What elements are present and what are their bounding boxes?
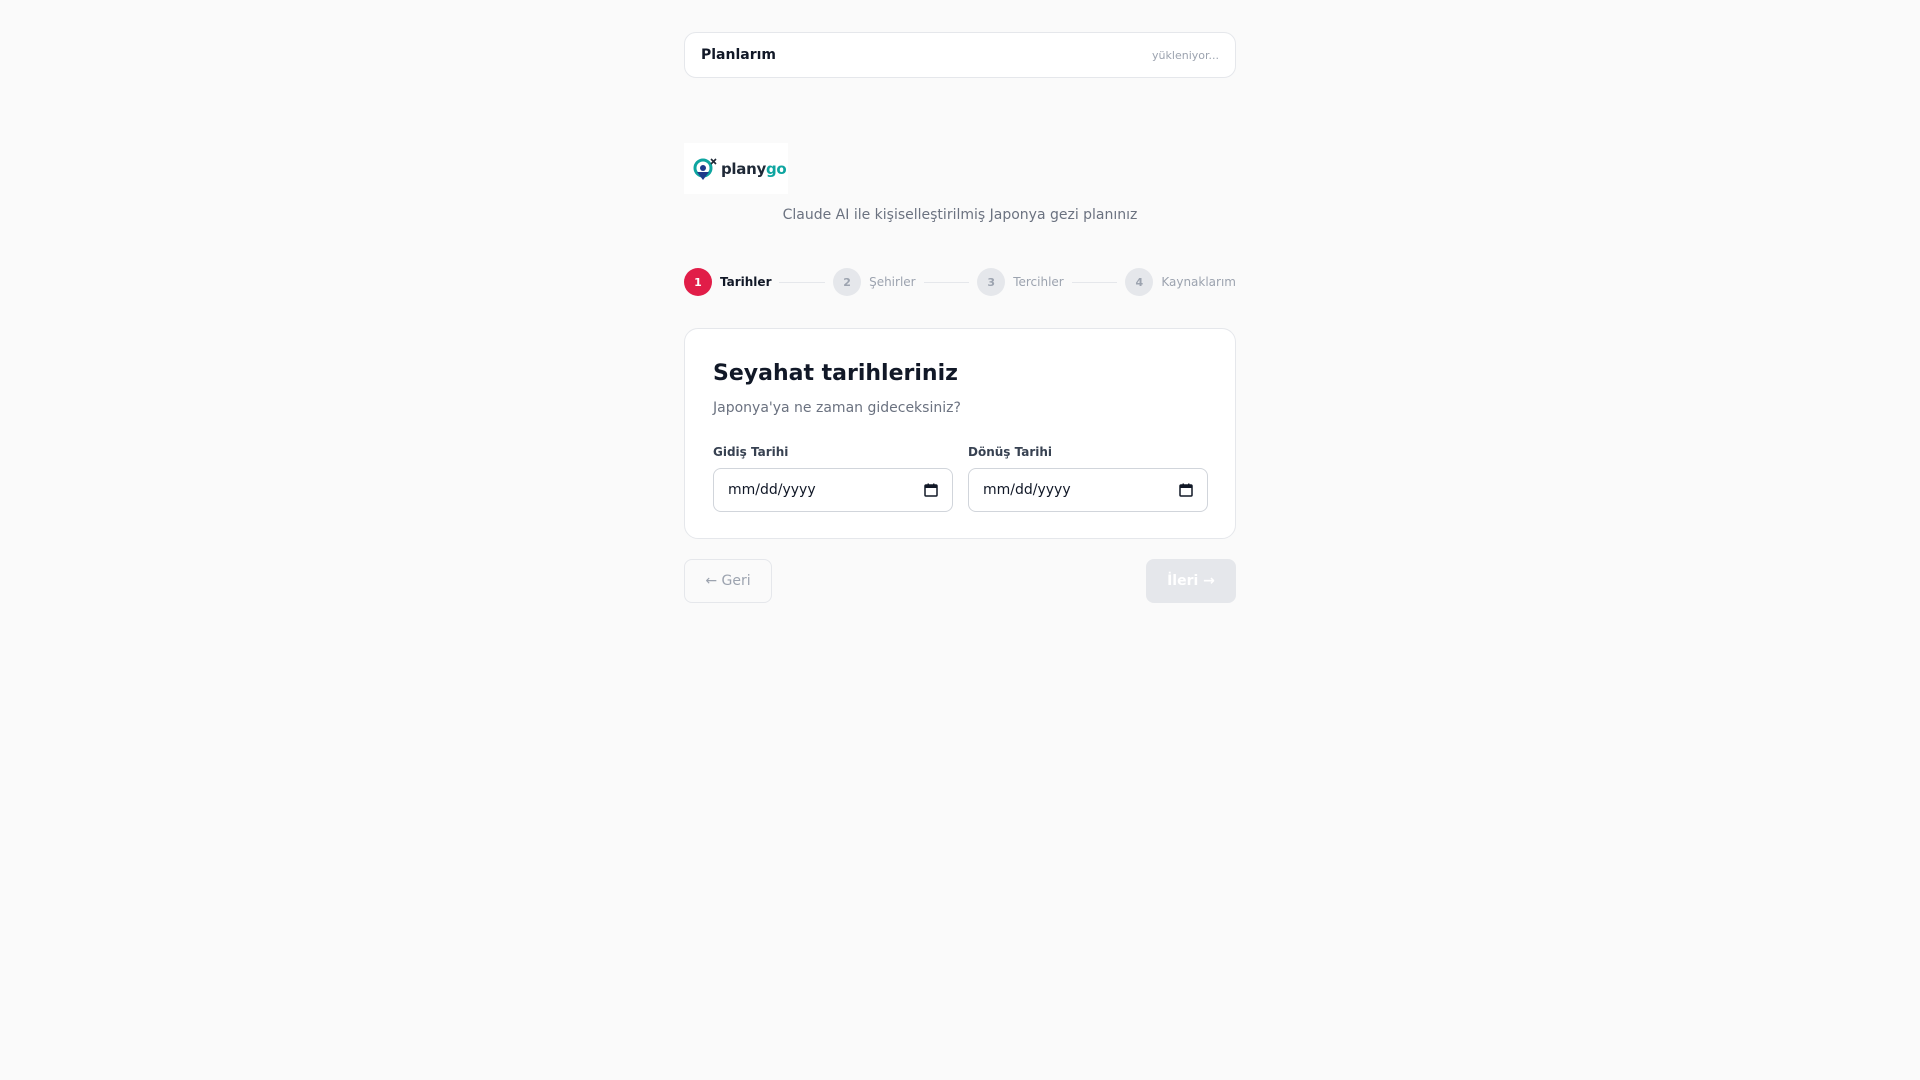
travel-dates-card: Seyahat tarihleriniz Japonya'ya ne zaman… bbox=[684, 328, 1236, 539]
step-label: Şehirler bbox=[869, 275, 916, 289]
step-label: Kaynaklarım bbox=[1161, 275, 1236, 289]
logo-text-plany: plany bbox=[721, 159, 766, 178]
step-dates[interactable]: 1 Tarihler bbox=[684, 268, 771, 296]
departure-date-label: Gidiş Tarihi bbox=[713, 445, 789, 459]
step-connector bbox=[779, 281, 826, 283]
my-plans-bar[interactable]: Planlarım yükleniyor... bbox=[684, 32, 1236, 78]
logo-wordmark: planygo bbox=[721, 159, 787, 178]
step-connector bbox=[1071, 281, 1118, 283]
page-subtitle: Claude AI ile kişiselleştirilmiş Japonya… bbox=[782, 207, 1138, 223]
step-label: Tercihler bbox=[1013, 275, 1064, 289]
step-number: 2 bbox=[833, 268, 862, 296]
map-pin-plane-icon bbox=[693, 157, 717, 180]
next-button[interactable]: İleri → bbox=[1146, 559, 1236, 603]
calendar-icon[interactable] bbox=[924, 483, 938, 497]
departure-date-input[interactable]: mm/dd/yyyy bbox=[713, 468, 953, 512]
departure-date-field: Gidiş Tarihi mm/dd/yyyy bbox=[713, 445, 953, 512]
step-preferences[interactable]: 3 Tercihler bbox=[977, 268, 1064, 296]
return-date-value: mm/dd/yyyy bbox=[983, 482, 1071, 498]
step-label: Tarihler bbox=[720, 275, 772, 289]
plans-loading-status: yükleniyor... bbox=[1152, 48, 1219, 62]
return-date-field: Dönüş Tarihi mm/dd/yyyy bbox=[968, 445, 1208, 512]
card-title: Seyahat tarihleriniz bbox=[713, 361, 958, 386]
my-plans-title: Planlarım bbox=[701, 47, 777, 63]
step-connector bbox=[923, 281, 970, 283]
return-date-input[interactable]: mm/dd/yyyy bbox=[968, 468, 1208, 512]
progress-stepper: 1 Tarihler 2 Şehirler 3 Tercihler 4 Kayn… bbox=[684, 268, 1236, 296]
planygo-logo: planygo bbox=[684, 143, 788, 194]
back-button[interactable]: ← Geri bbox=[684, 559, 772, 603]
calendar-icon[interactable] bbox=[1179, 483, 1193, 497]
step-number: 3 bbox=[977, 268, 1006, 296]
step-number: 1 bbox=[684, 268, 712, 296]
step-cities[interactable]: 2 Şehirler bbox=[833, 268, 916, 296]
logo-text-go: go bbox=[765, 159, 787, 178]
return-date-label: Dönüş Tarihi bbox=[968, 445, 1053, 459]
step-number: 4 bbox=[1125, 268, 1154, 296]
step-resources[interactable]: 4 Kaynaklarım bbox=[1125, 268, 1236, 296]
card-subtitle: Japonya'ya ne zaman gideceksiniz? bbox=[713, 400, 961, 416]
departure-date-value: mm/dd/yyyy bbox=[728, 482, 816, 498]
